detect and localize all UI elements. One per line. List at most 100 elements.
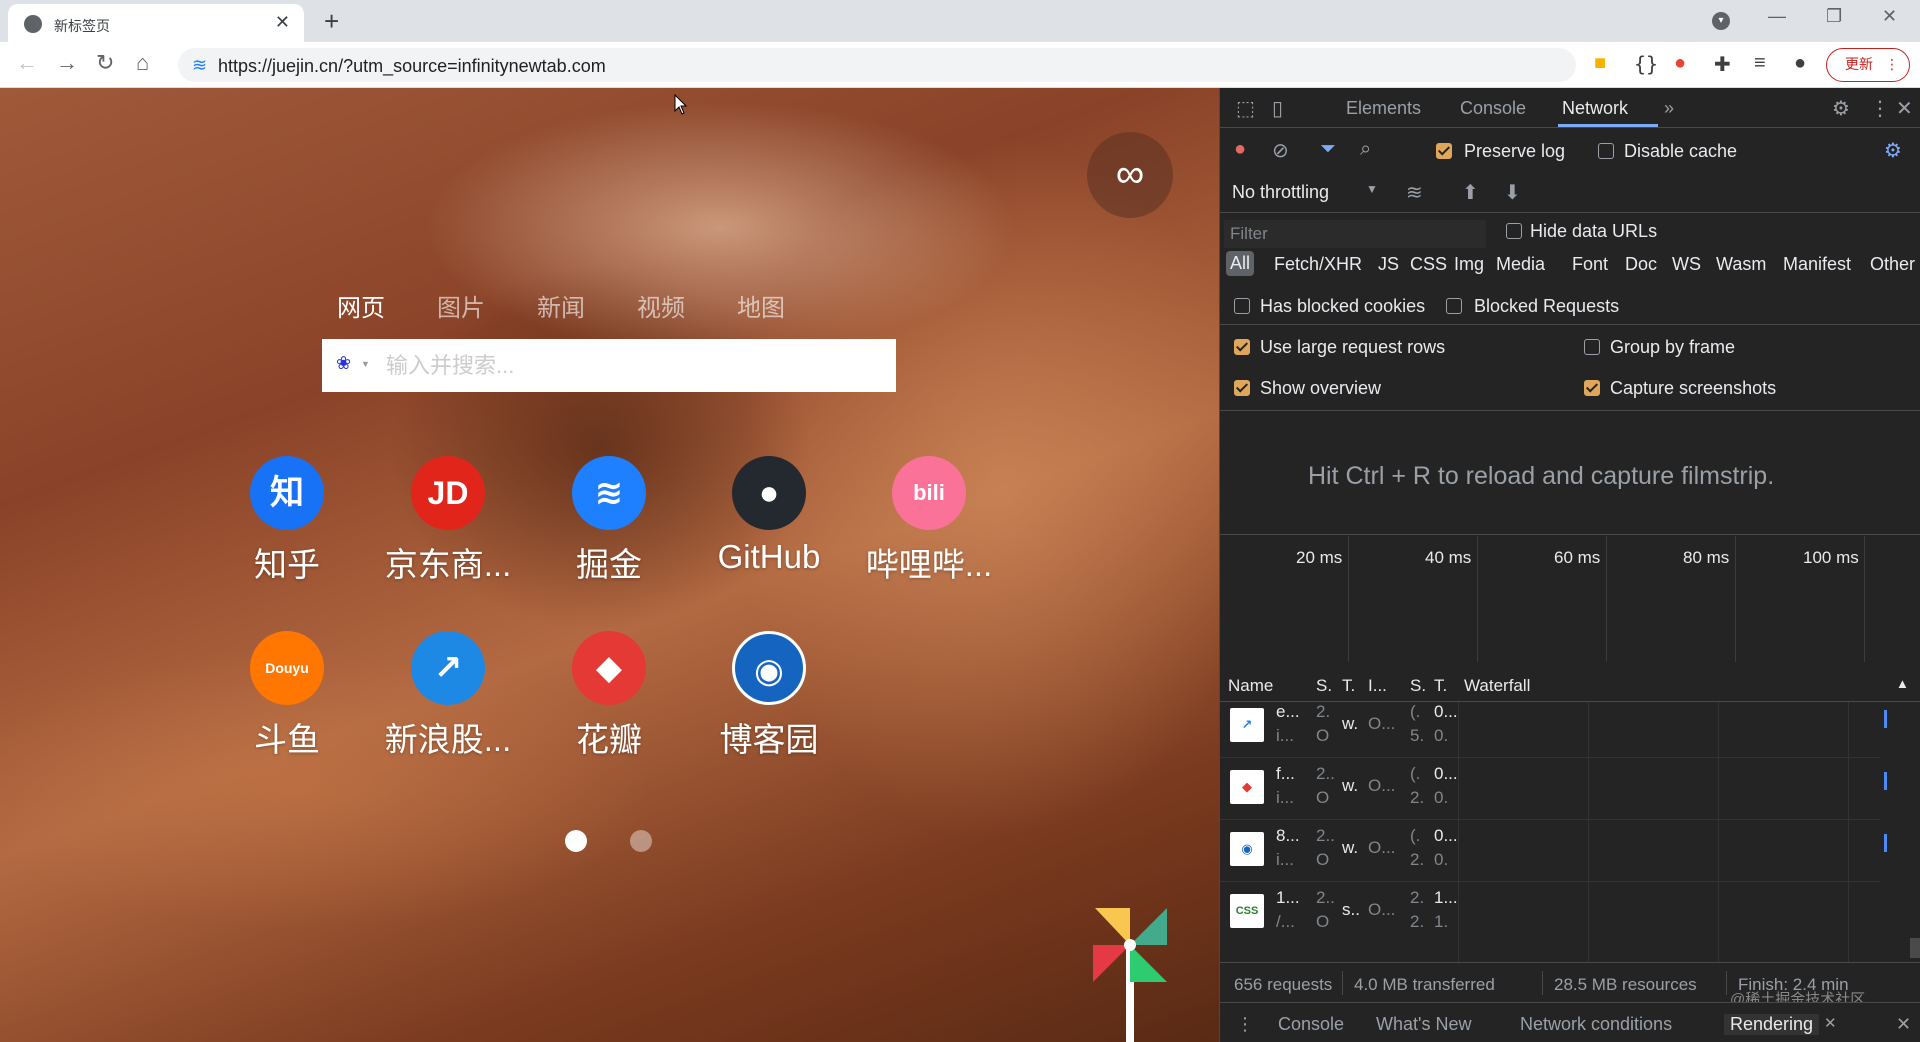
type-filter-fetch-xhr[interactable]: Fetch/XHR [1274, 254, 1362, 275]
forward-button[interactable]: → [56, 50, 78, 76]
preserve-log-checkbox[interactable] [1436, 143, 1452, 159]
tab-elements[interactable]: Elements [1346, 98, 1421, 119]
network-conditions-wifi-icon[interactable]: ≋ [1406, 180, 1423, 205]
column-name[interactable]: Name [1228, 676, 1273, 696]
back-button[interactable]: ← [16, 50, 38, 76]
inspect-element-icon[interactable]: ⬚ [1236, 96, 1255, 121]
export-har-icon[interactable]: ⬇ [1504, 180, 1521, 205]
type-filter-all[interactable]: All [1226, 251, 1255, 276]
type-filter-doc[interactable]: Doc [1625, 254, 1657, 275]
type-filter-font[interactable]: Font [1572, 254, 1608, 275]
has-blocked-cookies-checkbox[interactable] [1234, 298, 1250, 314]
column-initiator[interactable]: I... [1368, 676, 1387, 696]
clear-icon[interactable]: ⊘ [1272, 138, 1289, 163]
home-button[interactable]: ⌂ [136, 50, 149, 76]
type-filter-img[interactable]: Img [1454, 254, 1484, 275]
request-row[interactable]: CSS 1... /... 2.. O s.. O... 2. 2. 1... … [1220, 884, 1880, 944]
blocked-requests-checkbox[interactable] [1446, 298, 1462, 314]
search-tab-map[interactable]: 地图 [737, 288, 785, 323]
address-bar[interactable]: ≋ https://juejin.cn/?utm_source=infinity… [178, 48, 1576, 82]
chevron-down-icon[interactable]: ▼ [361, 359, 370, 369]
browser-tab[interactable]: 新标签页 ✕ [8, 4, 304, 42]
type-filter-other[interactable]: Other [1870, 254, 1915, 275]
drawer-tab-whats-new[interactable]: What's New [1376, 1014, 1471, 1035]
extension-json-icon[interactable]: {} [1634, 52, 1658, 76]
shortcut-huaban[interactable]: ◆ 花瓣 [534, 631, 684, 781]
reload-button[interactable]: ↻ [96, 50, 114, 76]
request-row[interactable]: ↗ e... i... 2. O w. O... (. 5. 0... 0. [1220, 698, 1887, 758]
sort-up-icon[interactable]: ▲ [1896, 676, 1909, 691]
show-overview-checkbox[interactable] [1234, 380, 1250, 396]
capture-screenshots-checkbox[interactable] [1584, 380, 1600, 396]
type-filter-ws[interactable]: WS [1672, 254, 1701, 275]
request-row[interactable]: ◉ 8... i... 2.. O w. O... (. 2. 0... 0. [1220, 822, 1887, 882]
large-rows-checkbox[interactable] [1234, 339, 1250, 355]
extensions-puzzle-icon[interactable]: ✚ [1714, 52, 1731, 77]
search-icon[interactable]: ⌕ [1360, 138, 1371, 161]
shortcut-juejin[interactable]: ≋ 掘金 [534, 456, 684, 606]
devtools-menu-icon[interactable]: ⋮ [1870, 96, 1890, 121]
search-input[interactable] [386, 352, 876, 380]
profile-avatar-icon[interactable]: ● [1794, 52, 1806, 75]
close-devtools-icon[interactable]: ✕ [1896, 96, 1913, 121]
shortcut-douyu[interactable]: Douyu 斗鱼 [212, 631, 362, 781]
hide-data-urls-checkbox[interactable] [1506, 223, 1522, 239]
update-button[interactable]: 更新 ⋮ [1826, 48, 1910, 82]
group-by-frame-checkbox[interactable] [1584, 339, 1600, 355]
drawer-tab-network-conditions[interactable]: Network conditions [1520, 1014, 1672, 1035]
extension-translate-icon[interactable]: ■ [1594, 52, 1606, 75]
infinity-menu-icon[interactable]: ∞ [1087, 132, 1173, 218]
close-drawer-icon[interactable]: ✕ [1896, 1014, 1911, 1035]
type-filter-manifest[interactable]: Manifest [1783, 254, 1851, 275]
tab-search-icon[interactable]: ▾ [1712, 12, 1730, 30]
search-tab-news[interactable]: 新闻 [537, 288, 585, 323]
page-dot[interactable] [630, 830, 652, 852]
filter-input[interactable] [1224, 220, 1486, 248]
import-har-icon[interactable]: ⬆ [1462, 180, 1479, 205]
chevron-down-icon[interactable]: ▼ [1366, 182, 1378, 196]
close-rendering-tab-icon[interactable]: ✕ [1824, 1014, 1837, 1032]
shortcut-jd[interactable]: JD 京东商... [373, 456, 523, 606]
reading-list-icon[interactable]: ≡ [1754, 52, 1766, 75]
column-waterfall[interactable]: Waterfall [1464, 676, 1530, 696]
column-status[interactable]: S. [1316, 676, 1332, 696]
shortcut-bilibili[interactable]: bili 哔哩哔... [854, 456, 1004, 606]
extension-infinity-icon[interactable]: ● [1674, 52, 1686, 75]
pinwheel-icon[interactable] [1085, 900, 1175, 1042]
device-toolbar-icon[interactable]: ▯ [1272, 96, 1283, 121]
shortcut-sina-stock[interactable]: ↗ 新浪股... [373, 631, 523, 781]
drawer-menu-icon[interactable]: ⋮ [1236, 1014, 1254, 1035]
minimize-button[interactable]: — [1768, 6, 1786, 27]
disable-cache-checkbox[interactable] [1598, 143, 1614, 159]
column-type[interactable]: T. [1342, 676, 1355, 696]
shortcut-github[interactable]: ● GitHub [694, 456, 844, 606]
close-window-button[interactable]: ✕ [1882, 6, 1897, 27]
restore-button[interactable]: ❐ [1826, 6, 1842, 27]
request-list-scrollbar[interactable] [1910, 938, 1920, 958]
column-size[interactable]: S. [1410, 676, 1426, 696]
column-time[interactable]: T. [1434, 676, 1447, 696]
network-settings-gear-icon[interactable]: ⚙ [1884, 138, 1902, 163]
filter-icon[interactable]: ⏷ [1320, 138, 1336, 161]
network-overview[interactable]: 20 ms 40 ms 60 ms 80 ms 100 ms [1220, 536, 1920, 662]
type-filter-css[interactable]: CSS [1410, 254, 1447, 275]
tab-network[interactable]: Network [1562, 98, 1628, 119]
record-icon[interactable]: ● [1234, 138, 1246, 161]
new-tab-button[interactable]: + [324, 6, 339, 37]
request-row[interactable]: ◆ f... i... 2.. O w. O... (. 2. 0... 0. [1220, 760, 1887, 820]
type-filter-js[interactable]: JS [1378, 254, 1399, 275]
drawer-tab-console[interactable]: Console [1278, 1014, 1344, 1035]
page-dot-active[interactable] [565, 830, 587, 852]
tab-console[interactable]: Console [1460, 98, 1526, 119]
type-filter-media[interactable]: Media [1496, 254, 1545, 275]
url-text[interactable]: https://juejin.cn/?utm_source=infinityne… [218, 56, 606, 77]
search-tab-images[interactable]: 图片 [437, 288, 485, 323]
shortcut-zhihu[interactable]: 知 知乎 [212, 456, 362, 606]
tab-close-icon[interactable]: ✕ [275, 12, 290, 33]
type-filter-wasm[interactable]: Wasm [1716, 254, 1766, 275]
baidu-paw-icon[interactable]: ❀ [336, 353, 351, 374]
more-tabs-button[interactable]: » [1664, 98, 1674, 119]
drawer-tab-rendering[interactable]: Rendering [1724, 1014, 1820, 1035]
search-tab-video[interactable]: 视频 [637, 288, 685, 323]
settings-gear-icon[interactable]: ⚙ [1832, 96, 1850, 121]
